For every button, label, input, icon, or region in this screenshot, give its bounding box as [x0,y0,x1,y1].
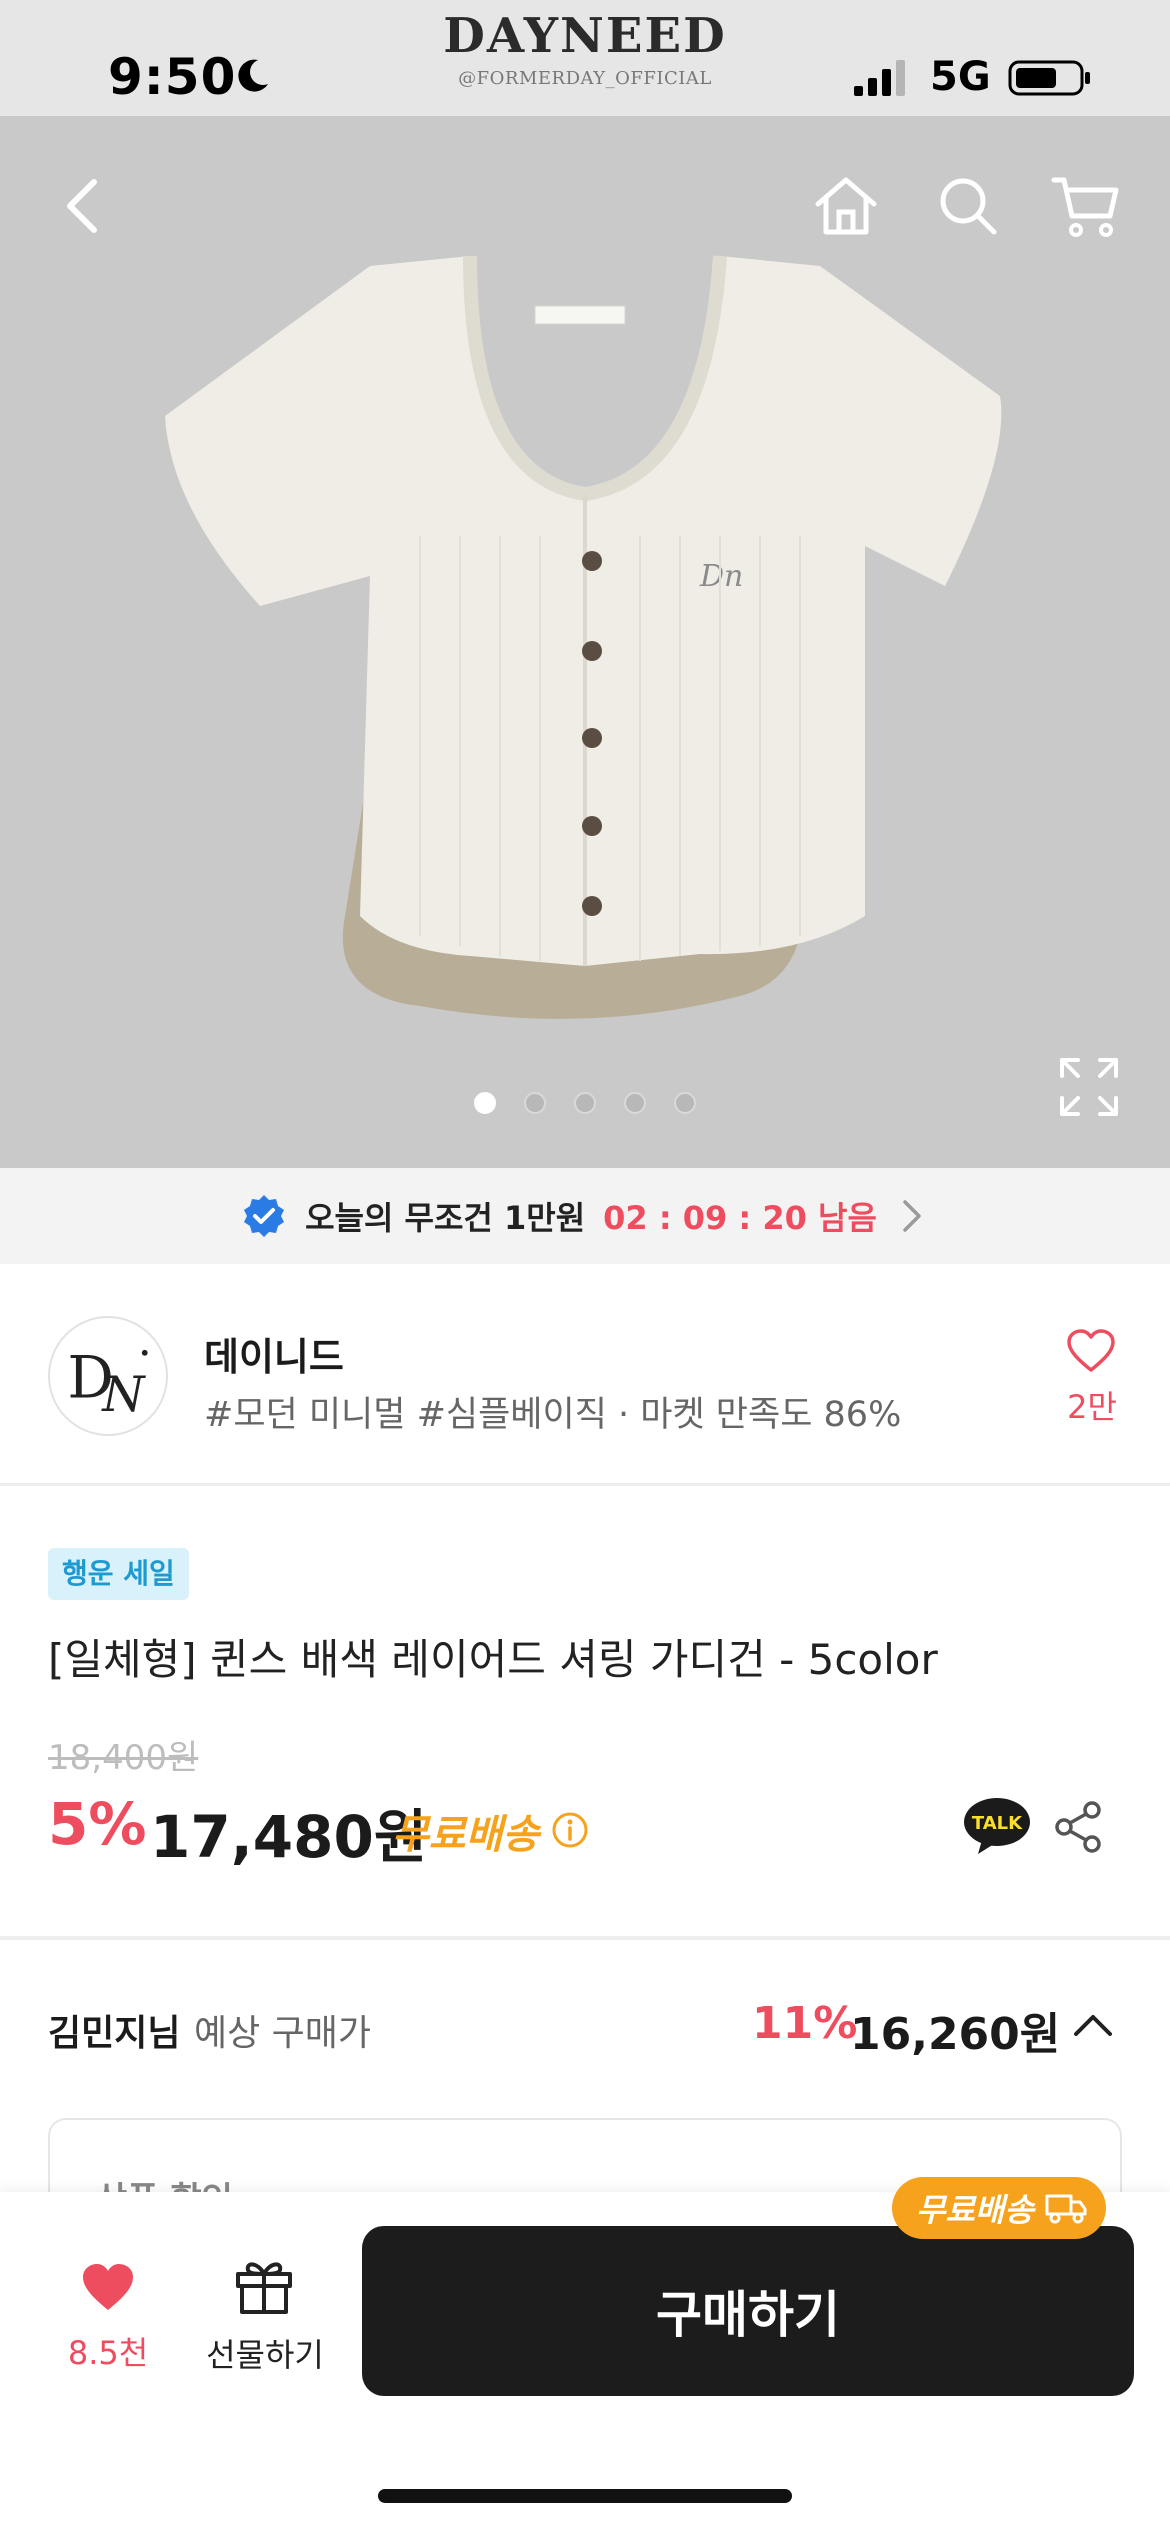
gift-label: 선물하기 [206,2336,324,2374]
store-name[interactable]: 데이니드 [204,1326,344,1381]
carousel-dot-active[interactable] [474,1092,496,1114]
store-row[interactable]: D N 데이니드 #모던 미니멀 #심플베이직 · 마켓 만족도 86% 2만 [0,1264,1170,1486]
expected-discount-rate: 11% [752,1998,858,2049]
cart-icon[interactable] [1046,166,1126,246]
carousel-dots [0,1092,1170,1114]
share-icon[interactable] [1052,1800,1104,1854]
coupon-text: 오늘의 무조건 1만원 [305,1199,586,1237]
buy-label: 구매하기 [656,2286,840,2344]
member-name: 김민지님 [48,2013,181,2054]
kakao-talk-icon[interactable]: TALK [962,1796,1032,1856]
bottom-action-bar: 8.5천 선물하기 구매하기 무료배송 [0,2177,1170,2531]
discount-rate: 5% [48,1790,147,1858]
carousel-dot[interactable] [674,1092,696,1114]
battery-icon [1008,60,1090,96]
gift-icon [236,2262,292,2314]
sale-price: 17,480원 [150,1803,428,1871]
info-icon[interactable] [550,1810,590,1850]
expected-price: 16,260원 [850,2009,1061,2060]
svg-text:Dn: Dn [699,559,743,594]
heart-filled-icon [83,2264,133,2310]
product-image-carousel[interactable]: Dn [0,116,1170,1168]
carousel-dot[interactable] [524,1092,546,1114]
svg-text:N: N [101,1367,146,1423]
gift-button[interactable]: 선물하기 [190,2254,340,2384]
home-indicator [378,2489,792,2503]
network-label: 5G [930,54,991,100]
carousel-dot[interactable] [624,1092,646,1114]
store-tags: #모던 미니멀 #심플베이직 · 마켓 만족도 86% [204,1395,902,1435]
original-price: 18,400원 [48,1738,199,1778]
store-like-count: 2만 [1067,1388,1117,1426]
product-photo: Dn [165,255,1002,1019]
chevron-up-icon[interactable] [1070,2008,1116,2042]
expand-icon[interactable] [1054,1052,1124,1122]
status-bar: DAYNEED @FORMERDAY_OFFICIAL 9:50 5G [0,0,1170,116]
signal-icon [854,60,905,96]
expected-price-label: 예상 구매가 [194,2013,372,2054]
coupon-timer: 02 : 09 : 20 남음 [603,1199,877,1237]
heart-outline-icon[interactable] [1066,1328,1116,1374]
back-icon[interactable] [44,166,124,246]
status-time: 9:50 [108,48,237,106]
talk-label: TALK [972,1813,1023,1834]
free-shipping-label: 무료배송 [392,1812,540,1858]
like-count: 8.5천 [67,2334,149,2372]
free-shipping-pill-label: 무료배송 [916,2191,1034,2229]
free-shipping-pill: 무료배송 [892,2177,1106,2239]
chevron-right-icon [903,1200,921,1232]
home-icon[interactable] [806,166,886,246]
section-divider [0,1936,1170,1940]
product-title: [일체형] 퀸스 배색 레이어드 셔링 가디건 - 5color [48,1635,938,1684]
truck-icon [1045,2194,1087,2224]
carousel-dot[interactable] [574,1092,596,1114]
verified-badge-icon [244,1195,285,1237]
search-icon[interactable] [928,166,1008,246]
moon-icon [238,59,268,92]
store-logo[interactable]: D N [48,1316,168,1436]
sale-badge: 행운 세일 [48,1548,189,1600]
like-button[interactable]: 8.5천 [36,2262,180,2382]
coupon-bar[interactable]: 오늘의 무조건 1만원 02 : 09 : 20 남음 [0,1168,1170,1264]
buy-button[interactable]: 구매하기 [362,2226,1134,2396]
